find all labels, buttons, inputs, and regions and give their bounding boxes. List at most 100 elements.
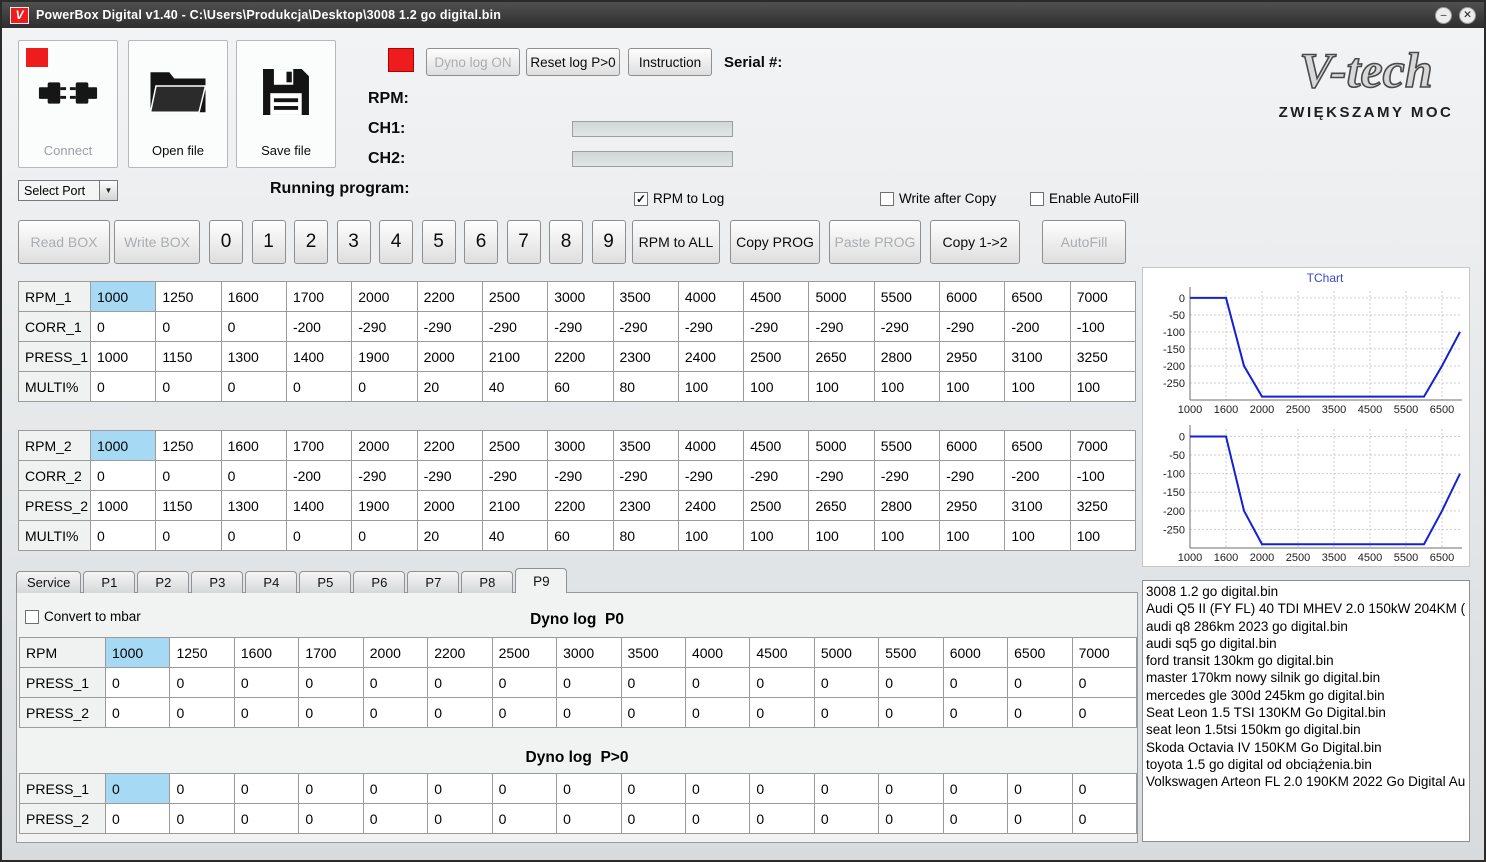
minimize-button[interactable]: – <box>1435 6 1452 24</box>
value-cell[interactable]: 2650 <box>808 490 875 521</box>
value-cell[interactable]: 0 <box>285 371 353 402</box>
value-cell[interactable]: 0 <box>351 520 418 551</box>
value-cell[interactable]: 0 <box>155 311 222 342</box>
value-cell[interactable]: 0 <box>942 773 1009 804</box>
value-cell[interactable]: 0 <box>491 773 558 804</box>
value-cell[interactable]: 0 <box>684 773 751 804</box>
value-cell[interactable]: 0 <box>362 667 429 698</box>
value-cell[interactable]: -290 <box>808 311 875 342</box>
value-cell[interactable]: 0 <box>220 371 287 402</box>
tab-p7[interactable]: P7 <box>407 571 460 593</box>
value-cell[interactable]: 2000 <box>351 430 418 461</box>
file-list-item[interactable]: Volkswagen Arteon FL 2.0 190KM 2022 Go D… <box>1146 773 1466 790</box>
value-cell[interactable]: 0 <box>942 803 1009 834</box>
value-cell[interactable]: 5000 <box>808 430 875 461</box>
close-button[interactable]: ✕ <box>1459 6 1476 24</box>
value-cell[interactable]: 0 <box>878 773 944 804</box>
file-list-item[interactable]: ford transit 130km go digital.bin <box>1146 652 1466 669</box>
value-cell[interactable]: 0 <box>298 667 364 698</box>
value-cell[interactable]: 2500 <box>743 341 810 372</box>
value-cell[interactable]: 6000 <box>939 430 1006 461</box>
value-cell[interactable]: 0 <box>362 803 429 834</box>
value-cell[interactable]: 0 <box>684 667 751 698</box>
value-cell[interactable]: 7000 <box>1069 430 1137 461</box>
tab-p1[interactable]: P1 <box>83 571 136 593</box>
value-cell[interactable]: 0 <box>104 803 171 834</box>
value-cell[interactable]: 6000 <box>942 637 1009 668</box>
value-cell[interactable]: 0 <box>942 667 1009 698</box>
file-list-item[interactable]: Skoda Octavia IV 150KM Go Digital.bin <box>1146 739 1466 756</box>
value-cell[interactable]: 0 <box>89 371 157 402</box>
value-cell[interactable]: 60 <box>547 520 614 551</box>
value-cell[interactable]: 2300 <box>612 341 679 372</box>
value-cell[interactable]: 0 <box>169 803 235 834</box>
value-cell[interactable]: 0 <box>220 520 287 551</box>
value-cell[interactable]: 100 <box>1069 371 1137 402</box>
value-cell[interactable]: 0 <box>104 697 171 728</box>
value-cell[interactable]: 100 <box>677 371 745 402</box>
rpm-to-log-checkbox[interactable]: RPM to Log <box>634 191 724 206</box>
value-cell[interactable]: 5000 <box>808 281 875 312</box>
value-cell[interactable]: 100 <box>808 371 875 402</box>
value-cell[interactable]: -200 <box>1004 460 1071 491</box>
value-cell[interactable]: 1300 <box>220 341 287 372</box>
value-cell[interactable]: 2500 <box>481 281 549 312</box>
value-cell[interactable]: 0 <box>104 667 171 698</box>
value-cell[interactable]: 0 <box>556 667 622 698</box>
instruction-button[interactable]: Instruction <box>628 48 712 76</box>
value-cell[interactable]: 2200 <box>416 430 483 461</box>
value-cell[interactable]: 0 <box>169 697 235 728</box>
file-list-item[interactable]: audi sq5 go digital.bin <box>1146 635 1466 652</box>
value-cell[interactable]: 0 <box>362 697 429 728</box>
tab-p6[interactable]: P6 <box>353 571 406 593</box>
value-cell[interactable]: 1300 <box>220 490 287 521</box>
value-cell[interactable]: 4500 <box>749 637 815 668</box>
tab-p3[interactable]: P3 <box>191 571 244 593</box>
value-cell[interactable]: 40 <box>481 371 549 402</box>
value-cell[interactable]: 1000 <box>89 430 157 461</box>
value-cell[interactable]: 0 <box>1007 667 1073 698</box>
value-cell[interactable]: 2300 <box>612 490 679 521</box>
value-cell[interactable]: 0 <box>1007 773 1073 804</box>
value-cell[interactable]: 0 <box>749 803 815 834</box>
program-button-5[interactable]: 5 <box>421 220 456 264</box>
value-cell[interactable]: 0 <box>427 697 493 728</box>
value-cell[interactable]: 0 <box>427 803 493 834</box>
value-cell[interactable]: 0 <box>104 773 171 804</box>
value-cell[interactable]: 3000 <box>547 281 614 312</box>
value-cell[interactable]: 0 <box>813 803 880 834</box>
tab-p4[interactable]: P4 <box>245 571 298 593</box>
value-cell[interactable]: 1900 <box>351 341 418 372</box>
value-cell[interactable]: -290 <box>612 311 679 342</box>
value-cell[interactable]: 0 <box>620 697 686 728</box>
value-cell[interactable]: 3500 <box>612 430 679 461</box>
value-cell[interactable]: 0 <box>298 697 364 728</box>
value-cell[interactable]: 60 <box>547 371 614 402</box>
value-cell[interactable]: 6500 <box>1004 430 1071 461</box>
value-cell[interactable]: 0 <box>749 667 815 698</box>
value-cell[interactable]: 2200 <box>547 490 614 521</box>
value-cell[interactable]: 0 <box>942 697 1009 728</box>
value-cell[interactable]: 0 <box>169 667 235 698</box>
value-cell[interactable]: 0 <box>620 667 686 698</box>
value-cell[interactable]: 5000 <box>813 637 880 668</box>
paste-prog-button[interactable]: Paste PROG <box>829 220 921 264</box>
value-cell[interactable]: 40 <box>481 520 549 551</box>
value-cell[interactable]: -290 <box>547 460 614 491</box>
value-cell[interactable]: 20 <box>416 520 483 551</box>
value-cell[interactable]: 80 <box>612 520 679 551</box>
copy-prog-button[interactable]: Copy PROG <box>730 220 820 264</box>
value-cell[interactable]: 0 <box>878 667 944 698</box>
autofill-button[interactable]: AutoFill <box>1042 220 1126 264</box>
program-button-6[interactable]: 6 <box>464 220 498 264</box>
tab-service[interactable]: Service <box>16 571 82 593</box>
write-box-button[interactable]: Write BOX <box>114 220 200 264</box>
value-cell[interactable]: -290 <box>481 460 549 491</box>
value-cell[interactable]: 2500 <box>491 637 558 668</box>
value-cell[interactable]: 1600 <box>220 430 287 461</box>
file-list-item[interactable]: mercedes gle 300d 245km go digital.bin <box>1146 687 1466 704</box>
program-button-0[interactable]: 0 <box>209 220 243 264</box>
value-cell[interactable]: 100 <box>808 520 875 551</box>
write-after-copy-checkbox[interactable]: Write after Copy <box>880 191 996 206</box>
value-cell[interactable]: 1250 <box>169 637 235 668</box>
